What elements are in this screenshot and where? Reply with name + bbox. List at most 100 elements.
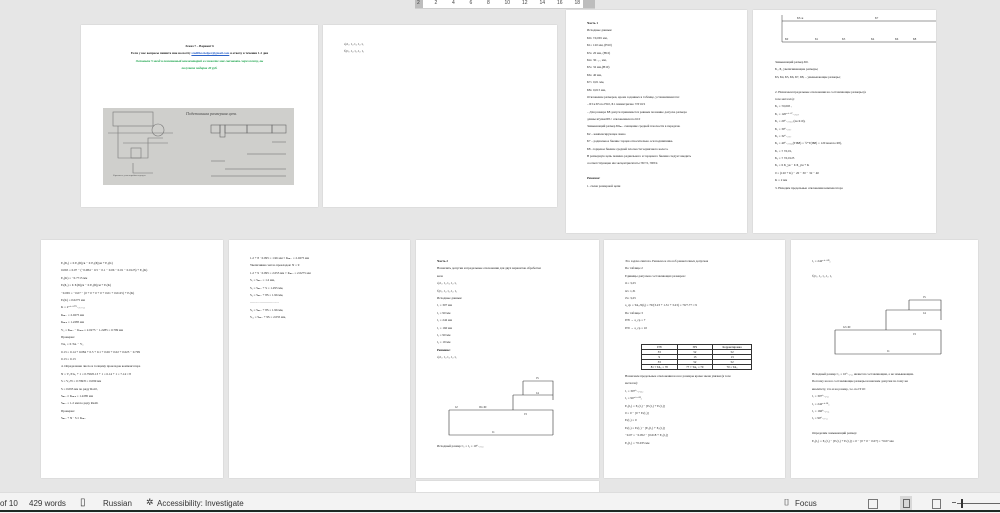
text-line: l₁ = 307⁰₋₀.₀₅₂	[625, 388, 644, 393]
text-line: б) l₁, l₂, l₃, l₄, l₅	[344, 49, 364, 54]
dim-label: l2	[455, 405, 458, 409]
text-line: теле металла):	[775, 96, 795, 101]
text-line: 1.2 + 8 · 0.095 = 1.96 мм < Kₘₐₓ = 2.027…	[250, 256, 310, 260]
svg-text:Б4: Б4	[871, 37, 875, 41]
zoom-slider-thumb[interactable]	[961, 499, 963, 508]
page-6: 1.2 + 8 · 0.095 = 1.96 мм < Kₘₐₓ = 2.027…	[229, 240, 410, 478]
text-line: Kₘₐₓ = 2.0275 мм	[61, 312, 85, 317]
text-line: l₃ = 160⁰₋₀.₁₆	[812, 408, 830, 413]
text-line: Решение:	[437, 347, 451, 352]
ruler-tick: 18	[574, 0, 581, 6]
page-9: l₃ = 242⁺⁰·⁰³⁵₀ б) l₁, l₂, l₃, l₄, l₅ l5 …	[791, 240, 978, 478]
text-line: Исходные данные:	[587, 28, 613, 33]
ruler-margin-right	[583, 0, 595, 8]
text-line: S₉ = Sₘₐₓ + 8S = 1.96 мм,	[250, 292, 284, 297]
read-mode-icon[interactable]	[868, 499, 878, 509]
text-line: Поэтому на все составляющие размеры назн…	[812, 379, 909, 384]
dim-label: l6=l0	[479, 405, 487, 409]
text-line: Б₁, Б₂ увеличивающие размеры;	[775, 67, 819, 72]
text-line: i3= 3,23	[625, 295, 636, 300]
drawing-caption: Фрагмент узла коробки передач	[113, 174, 146, 177]
text-line: Эскиз 7 – Вариант 6	[185, 44, 214, 48]
text-line: Б₇ = ± ±0,01,	[775, 148, 793, 153]
text-line: Часть 2	[437, 259, 448, 263]
text-line: получите подарок 20 руб.	[181, 66, 218, 71]
svg-text:Б6: Б6	[895, 37, 899, 41]
ruler-tick: 10	[504, 0, 511, 6]
text-line: – Для размера Б8 допуск принимается равн…	[587, 109, 687, 114]
dim-label: l4	[536, 391, 539, 395]
text-line	[587, 168, 691, 175]
zoom-slider[interactable]	[957, 503, 1000, 504]
proofing-icon[interactable]: ▯	[80, 497, 86, 508]
text-line: Eᵢ(l₃) = 0	[625, 418, 637, 423]
text-line: l₂ = 242⁺⁰·¹⁸₀	[812, 401, 830, 406]
text-line: По таблице 2	[625, 266, 643, 271]
accessibility-icon[interactable]: ✲	[146, 497, 154, 508]
shaft-chain-diagram-b: l5 l4 l2=l0 l3 l1	[834, 295, 942, 355]
dimension-chain-diagram: Б5=к Б7 Б0 Б1 Б3 Б4 Б6 Б8	[781, 15, 936, 43]
text-line: Если у вас вопросы пишите мне на почту s…	[130, 51, 269, 56]
table-cell: 81 < TA₀ = 70	[641, 364, 678, 370]
text-line: S₁ = Sₘₐₓ = 1.2 мм,	[250, 278, 275, 283]
page-count[interactable]: of 10	[0, 499, 18, 508]
text-line: Б3= 20 мм, (Н10)	[587, 50, 611, 55]
word-count[interactable]: 429 words	[29, 499, 66, 508]
text-line: l₆ = 19 мм	[437, 340, 451, 345]
text-line: IT8 → a_ср = 7	[625, 318, 646, 323]
text-line	[775, 81, 866, 88]
focus-icon[interactable]: ⌷	[784, 497, 789, 508]
text-line: E₀(l₃) = +0.035 мм	[625, 440, 650, 445]
horizontal-ruler[interactable]: 2 2 4 6 8 10 12 14 16 18	[415, 0, 595, 9]
language[interactable]: Russian	[103, 499, 132, 508]
text-line: S = 0.095 мм по ряду Ra10,	[61, 386, 98, 391]
text-line: ………………………	[250, 300, 279, 305]
shaft-dimension-sketch	[210, 124, 287, 177]
text-line: Б₁ = 120⁺⁰·⁰⁷₋₀.₀₇,	[775, 111, 800, 116]
ruler-tick: 4	[452, 0, 455, 6]
focus-button[interactable]: Focus	[795, 499, 817, 508]
tolerance-table: IT8 IT9 Корректировка 33 52 52 9 13 13 33 52 52 81 <…	[641, 344, 752, 370]
text-line: Sₘₐₓ ≥ Kₘᵢₙ = 1.2285 мм	[61, 394, 93, 399]
dim-label: l3	[524, 412, 527, 416]
page-5: E₀(Б₀) = Σ E₀(Б)ув − Σ E₀(Б)ум + E₀(K) 0.…	[41, 240, 223, 478]
dim-label: l2=l0	[843, 325, 851, 329]
text-line: Sₘₐₓ = 1.2 мм по ряду Ra40.	[61, 401, 99, 406]
text-line: Б₅ = 32⁰₋₀.₁,	[775, 133, 792, 138]
text-line: металла):	[625, 381, 638, 386]
svg-text:Б5=к: Б5=к	[797, 16, 804, 20]
text-line: 1.2 + 9 · 0.095 = 2.055 мм > Kₘₐₓ = 2.02…	[250, 270, 311, 275]
table-row: 81 < TA₀ = 70 77 > TA₀ = 70 70 = TA₀	[641, 364, 752, 370]
page-4: Б5=к Б7 Б0 Б1 Б3 Б4 Б6 Б8 Замыкающий размер Б0…	[753, 10, 936, 233]
text-line: l₁ = 307⁰₋₀.₂₁	[812, 394, 830, 399]
text-line: Б₄ = 30⁰₋₀.₁,	[775, 126, 792, 131]
text-line: Проверка:	[61, 408, 75, 413]
text-line: 1. схема размерной цепи	[587, 183, 621, 188]
text-line: l₂ = 90 мм	[437, 310, 451, 315]
text-line: Отклонение размеров, кроме заданных в та…	[587, 94, 680, 99]
text-line: Б8= 0,015 мм,	[587, 87, 606, 92]
print-layout-icon	[902, 499, 910, 508]
text-line: E₀(Б₀) = Σ E₀(Б)ув − Σ E₀(Б)ум + E₀(K)	[61, 261, 113, 265]
text-line: Б2 – компенсирующее звено	[587, 131, 626, 136]
page-3: Часть 1 Исходные данные: Б0= ±0,065 мм, Б1=…	[566, 10, 747, 233]
text-line: Назначить допуски и предельные отклонени…	[437, 266, 541, 271]
svg-text:Б1: Б1	[815, 37, 819, 41]
email-link[interactable]: studfiles.helper@gmail.com	[191, 51, 229, 55]
image-caption: Подетальная размерная цепь	[186, 111, 237, 116]
text-line	[812, 423, 914, 430]
text-line: S = V₀/N = 0.799/8 = 0.099 мм	[61, 379, 102, 384]
ruler-tick: 16	[557, 0, 563, 6]
print-layout-button[interactable]	[900, 496, 912, 510]
text-line	[812, 265, 832, 272]
text-line: V₀ = Kₘₐₓ − Kₘᵢₙ = 2.0275 − 1.2285 = 0.7…	[61, 327, 124, 332]
page-7: Часть 2 Назначить допуски и предельные от…	[416, 240, 599, 478]
text-line: б) l₁, l₂, l₃, l₄, l₅	[437, 288, 457, 293]
accessibility-status[interactable]: Accessibility: Investigate	[157, 499, 244, 508]
text-line: 4. Определение число и толщину прокладок…	[61, 364, 141, 369]
web-layout-icon[interactable]	[932, 499, 941, 509]
svg-text:Б3: Б3	[842, 37, 846, 41]
zoom-out-button[interactable]	[952, 502, 956, 503]
text-line: l₅ = 90⁰₋₀.₁₄	[812, 416, 828, 421]
text-line: Б3, Б4, Б5, Б6, Б7, Б8, – уменьшающие ра…	[775, 74, 841, 79]
